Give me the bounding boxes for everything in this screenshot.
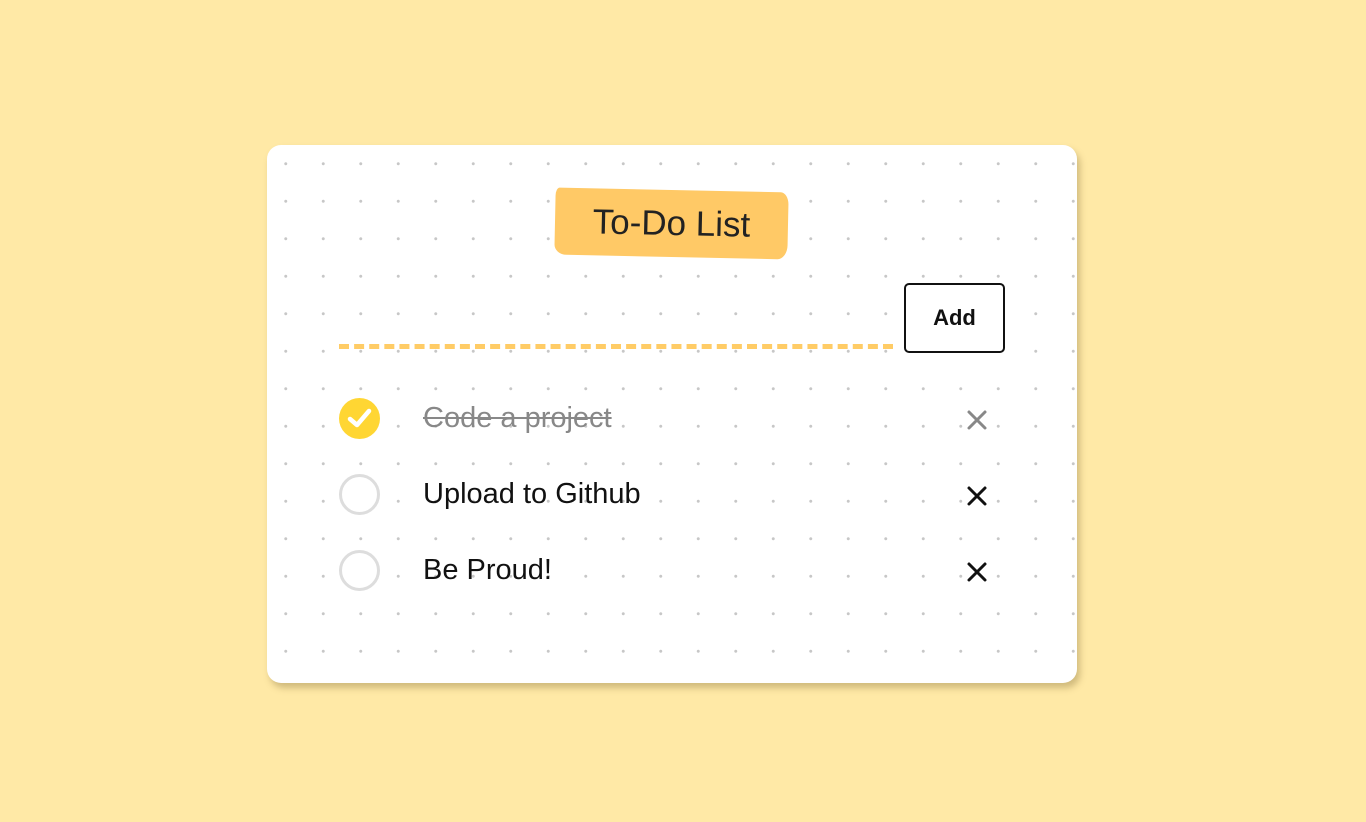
title-banner: To-Do List [554, 187, 789, 260]
close-icon[interactable] [965, 408, 989, 432]
close-icon[interactable] [965, 484, 989, 508]
todo-text: Upload to Github [423, 478, 641, 510]
todo-item[interactable]: Be Proud! [339, 532, 1009, 608]
page-title: To-Do List [592, 201, 751, 245]
add-button[interactable]: Add [904, 283, 1005, 353]
close-icon[interactable] [965, 560, 989, 584]
todo-item[interactable]: Upload to Github [339, 456, 1009, 532]
todo-checkbox[interactable] [339, 474, 380, 515]
task-input[interactable] [339, 315, 893, 349]
todo-checkbox[interactable] [339, 398, 380, 439]
todo-item[interactable]: Code a project [339, 380, 1009, 456]
check-icon [347, 408, 372, 428]
todo-checkbox[interactable] [339, 550, 380, 591]
todo-text: Be Proud! [423, 554, 552, 586]
todo-text: Code a project [423, 402, 612, 434]
todo-list: Code a project Upload to Github Be Proud… [339, 380, 1009, 608]
todo-card: To-Do List Add Code a project Upload to … [267, 145, 1077, 683]
